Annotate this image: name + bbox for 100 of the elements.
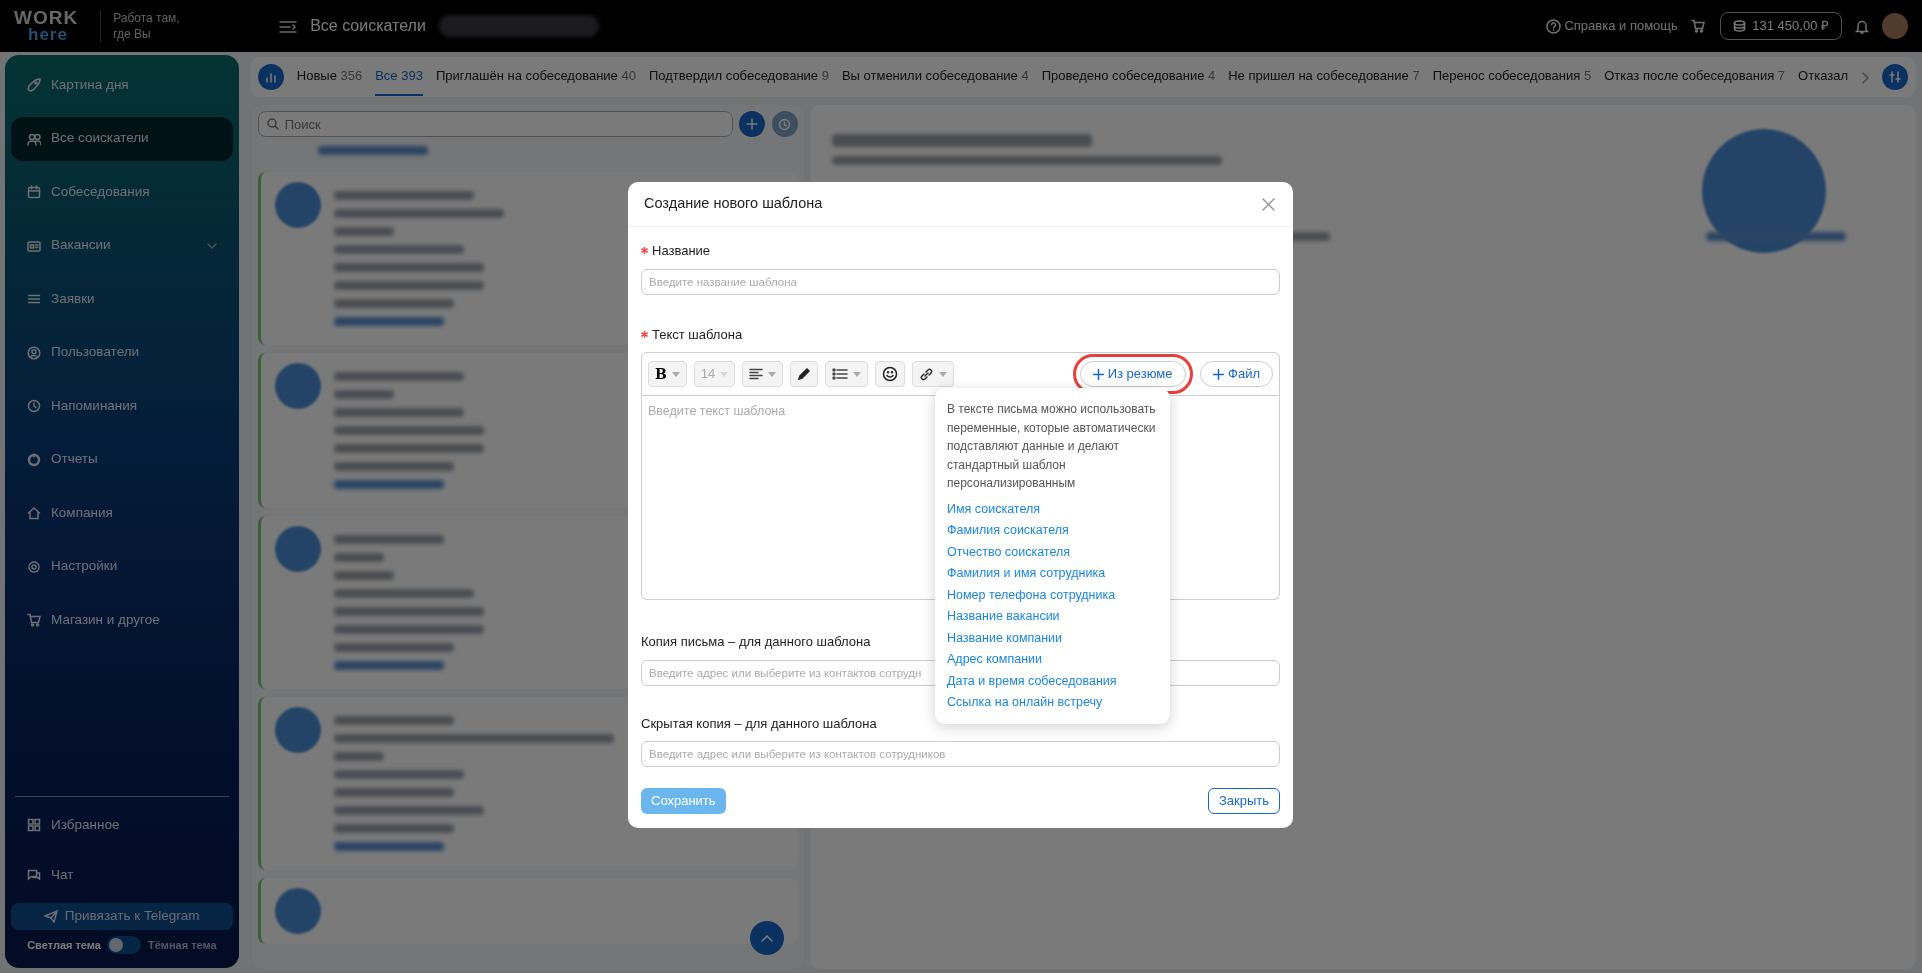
clock-icon xyxy=(27,399,41,413)
variable-link[interactable]: Ссылка на онлайн встречу xyxy=(947,692,1103,714)
close-icon xyxy=(1262,197,1275,211)
pen-icon xyxy=(797,367,812,381)
status-tab[interactable]: Перенос собеседования 5 xyxy=(1432,58,1592,96)
variable-link[interactable]: Дата и время собеседования xyxy=(947,670,1117,693)
dialog-title: Создание нового шаблона xyxy=(644,194,823,214)
sidebar-item[interactable]: Напоминания xyxy=(11,384,233,428)
variable-link[interactable]: Адрес компании xyxy=(947,649,1042,671)
field-label: Текст шаблона xyxy=(652,325,743,344)
plus-icon xyxy=(1092,368,1104,380)
toolbar-button[interactable]: B xyxy=(648,361,687,387)
status-tab[interactable]: Отказ после собеседования 7 xyxy=(1604,58,1786,96)
popover-description: В тексте письма можно использовать переменные, которые автоматически подставляют данные и делают стандартный шаблон персонализированным xyxy=(947,401,1157,493)
status-tab[interactable]: Не пришел на собеседование 7 xyxy=(1228,58,1420,96)
sidebar-item[interactable]: Настройки xyxy=(11,544,233,589)
cart-icon xyxy=(27,613,41,627)
toolbar-button[interactable] xyxy=(742,361,784,387)
menu-icon xyxy=(279,19,298,34)
balance-button[interactable]: 131 450,00 ₽ xyxy=(1719,12,1842,40)
chart-icon xyxy=(264,71,277,83)
variable-link[interactable]: Фамилия соискателя xyxy=(947,520,1069,542)
status-tab[interactable]: Проведено собеседование 4 xyxy=(1041,58,1216,96)
search-icon xyxy=(266,118,279,130)
smiley-icon xyxy=(882,366,899,382)
link-icon xyxy=(919,366,935,382)
field-label: Копия письма – для данного шаблона xyxy=(641,633,871,651)
variable-link[interactable]: Название вакансии xyxy=(947,606,1060,628)
blurred-text xyxy=(333,752,384,761)
avatar-circle xyxy=(274,526,321,572)
filter-button[interactable] xyxy=(1882,64,1908,90)
plus-icon xyxy=(746,118,759,130)
logo-text: here xyxy=(27,26,69,44)
clock-icon xyxy=(778,117,792,131)
bell-icon xyxy=(1855,19,1869,35)
status-tab[interactable]: Подтвердил собеседование 9 xyxy=(648,58,829,96)
chevron-up-icon xyxy=(761,934,774,942)
variable-link[interactable]: Название компании xyxy=(947,627,1063,650)
avatar-circle xyxy=(274,888,321,934)
sidebar-item[interactable]: Картина дня xyxy=(11,63,233,107)
sidebar-item[interactable]: Избранное xyxy=(11,803,233,847)
history-button[interactable] xyxy=(771,111,798,137)
input-field[interactable]: Введите адрес или выберите из контактов сотрудников xyxy=(641,741,1280,767)
status-tab[interactable]: Отказал xyxy=(1798,58,1848,96)
blurred-text xyxy=(333,390,394,399)
calendar-icon xyxy=(27,185,41,199)
help-link[interactable]: Справка и помощь xyxy=(1546,16,1678,36)
status-tab[interactable]: Все 393 xyxy=(375,58,423,96)
search-field[interactable]: Поиск xyxy=(257,111,733,137)
toolbar-button[interactable] xyxy=(875,361,906,387)
chat-icon xyxy=(27,868,41,882)
sidebar-item[interactable]: Отчеты xyxy=(11,437,233,482)
plus-icon xyxy=(1213,368,1225,380)
avatar-circle xyxy=(274,182,321,228)
sidebar-item[interactable]: Заявки xyxy=(11,277,233,321)
sidebar-item[interactable]: Чат xyxy=(11,853,233,897)
insert-button[interactable]: Файл xyxy=(1200,361,1273,387)
bullet-list-icon xyxy=(832,368,849,380)
theme-toggle[interactable] xyxy=(107,936,142,954)
sidebar-item[interactable]: Все соискатели xyxy=(11,116,233,161)
avatar-circle xyxy=(274,707,321,753)
stats-button[interactable] xyxy=(257,64,284,90)
sidebar-item[interactable]: Пользователи xyxy=(11,330,233,375)
add-button[interactable] xyxy=(739,111,766,137)
tagline: Работа там, где Вы xyxy=(100,9,241,43)
chevron-right-icon xyxy=(1861,71,1869,84)
house-icon xyxy=(27,506,41,520)
variable-link[interactable]: Имя соискателя xyxy=(947,498,1040,521)
sidebar-item[interactable]: Магазин и другое xyxy=(11,598,233,642)
coins-icon xyxy=(1732,20,1746,32)
sidebar-item[interactable]: Компания xyxy=(11,491,233,535)
list-icon xyxy=(27,292,41,306)
blurred-text xyxy=(333,553,384,562)
settings-icon xyxy=(27,559,41,574)
variable-link[interactable]: Номер телефона сотрудника xyxy=(947,584,1116,607)
sliders-icon xyxy=(1889,71,1901,83)
status-tab[interactable]: Новые 356 xyxy=(296,58,363,96)
variable-link[interactable]: Отчество соискателя xyxy=(947,541,1070,564)
paper-plane-icon xyxy=(44,910,59,923)
field-label: Название xyxy=(652,242,711,260)
status-tab[interactable]: Приглашён на собеседование 40 xyxy=(435,58,636,96)
user-circle-icon xyxy=(27,345,41,360)
variable-link[interactable]: Фамилия и имя сотрудника xyxy=(947,563,1106,585)
status-tab[interactable]: Вы отменили собеседование 4 xyxy=(841,58,1029,96)
pie-icon xyxy=(27,452,41,467)
toolbar-button[interactable] xyxy=(912,361,955,387)
theme-label: Светлая тема xyxy=(27,937,101,953)
theme-label: Тёмная тема xyxy=(147,937,217,953)
sidebar-item[interactable]: Вакансии xyxy=(11,223,233,268)
card-icon xyxy=(27,238,41,253)
cart-icon xyxy=(1690,19,1707,35)
sidebar-item[interactable]: Собеседования xyxy=(11,170,233,214)
toolbar-button[interactable] xyxy=(790,361,819,387)
rocket-icon xyxy=(27,78,41,92)
avatar[interactable] xyxy=(1882,13,1908,39)
telegram-button[interactable]: Привязать к Telegram xyxy=(11,903,233,930)
page-title: Все соискатели xyxy=(310,16,426,36)
input-field[interactable]: Введите название шаблона xyxy=(641,268,1280,295)
people-icon xyxy=(27,131,41,146)
close-button[interactable]: Закрыть xyxy=(1207,788,1280,814)
